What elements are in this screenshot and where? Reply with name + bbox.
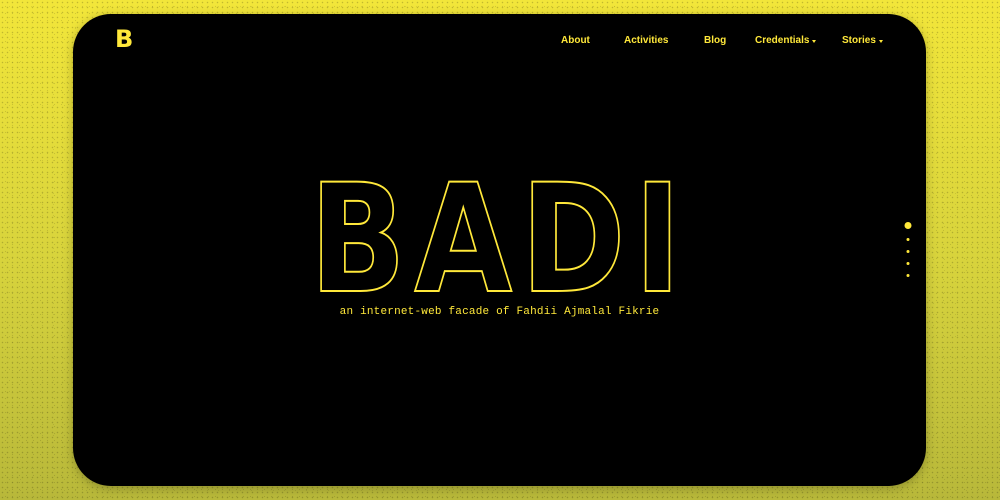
hero-title-svg: BADI [309, 152, 681, 328]
nav-item-credentials[interactable]: Credentials [755, 34, 817, 48]
nav-item-label: Activities [624, 35, 669, 46]
nav-item-label: Credentials [755, 35, 810, 46]
pagination-dot-active[interactable] [904, 222, 912, 229]
hero-title-block: BADI [73, 152, 926, 328]
pagination-dot[interactable] [906, 262, 910, 265]
hero-subtitle: an internet-web facade of Fahdii Ajmalal… [339, 306, 660, 318]
nav-item-label: Blog [704, 35, 727, 46]
nav-item-blog[interactable]: Blog [704, 34, 726, 48]
hero-title: BADI [310, 153, 690, 327]
caret-down-icon [878, 40, 883, 43]
nav-item-about[interactable]: About [561, 34, 590, 48]
pagination-dot[interactable] [906, 238, 910, 241]
slide-pagination [903, 222, 913, 282]
main-nav: About Activities Blog Credentials Storie… [73, 34, 926, 48]
nav-item-label: About [561, 35, 590, 46]
nav-item-activities[interactable]: Activities [624, 34, 668, 48]
caret-down-icon [812, 40, 817, 43]
pagination-dot[interactable] [906, 250, 910, 253]
nav-item-label: Stories [842, 35, 876, 46]
pagination-dot[interactable] [906, 274, 910, 277]
hero-frame: B About Activities Blog Credentials Stor… [73, 14, 926, 486]
nav-item-stories[interactable]: Stories [842, 34, 883, 48]
